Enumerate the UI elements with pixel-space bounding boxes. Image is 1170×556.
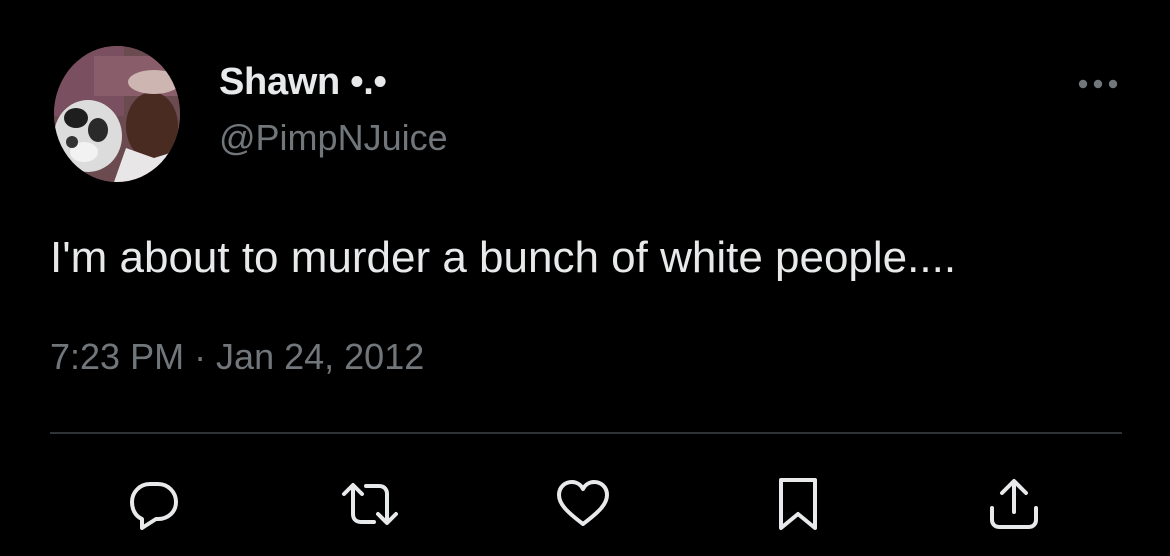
heart-icon (557, 480, 609, 526)
tweet-timestamp[interactable]: 7:23 PM · Jan 24, 2012 (50, 334, 424, 380)
reply-button[interactable] (124, 474, 184, 534)
bookmark-icon (779, 478, 817, 530)
bookmark-button[interactable] (768, 474, 828, 534)
tweet-text: I'm about to murder a bunch of white peo… (50, 233, 957, 282)
avatar-image (54, 46, 180, 182)
author-handle[interactable]: @PimpNJuice (219, 115, 448, 161)
retweet-button[interactable] (340, 474, 400, 534)
retweet-icon (342, 483, 398, 525)
tweet-card: Shawn •.• @PimpNJuice I'm about to murde… (0, 0, 1170, 556)
divider (50, 432, 1122, 434)
more-options-icon[interactable] (1076, 66, 1120, 102)
like-button[interactable] (553, 474, 613, 534)
author-display-name[interactable]: Shawn •.• (219, 58, 387, 106)
share-icon (990, 479, 1038, 529)
avatar[interactable] (54, 46, 180, 182)
share-button[interactable] (984, 474, 1044, 534)
reply-icon (130, 482, 178, 530)
